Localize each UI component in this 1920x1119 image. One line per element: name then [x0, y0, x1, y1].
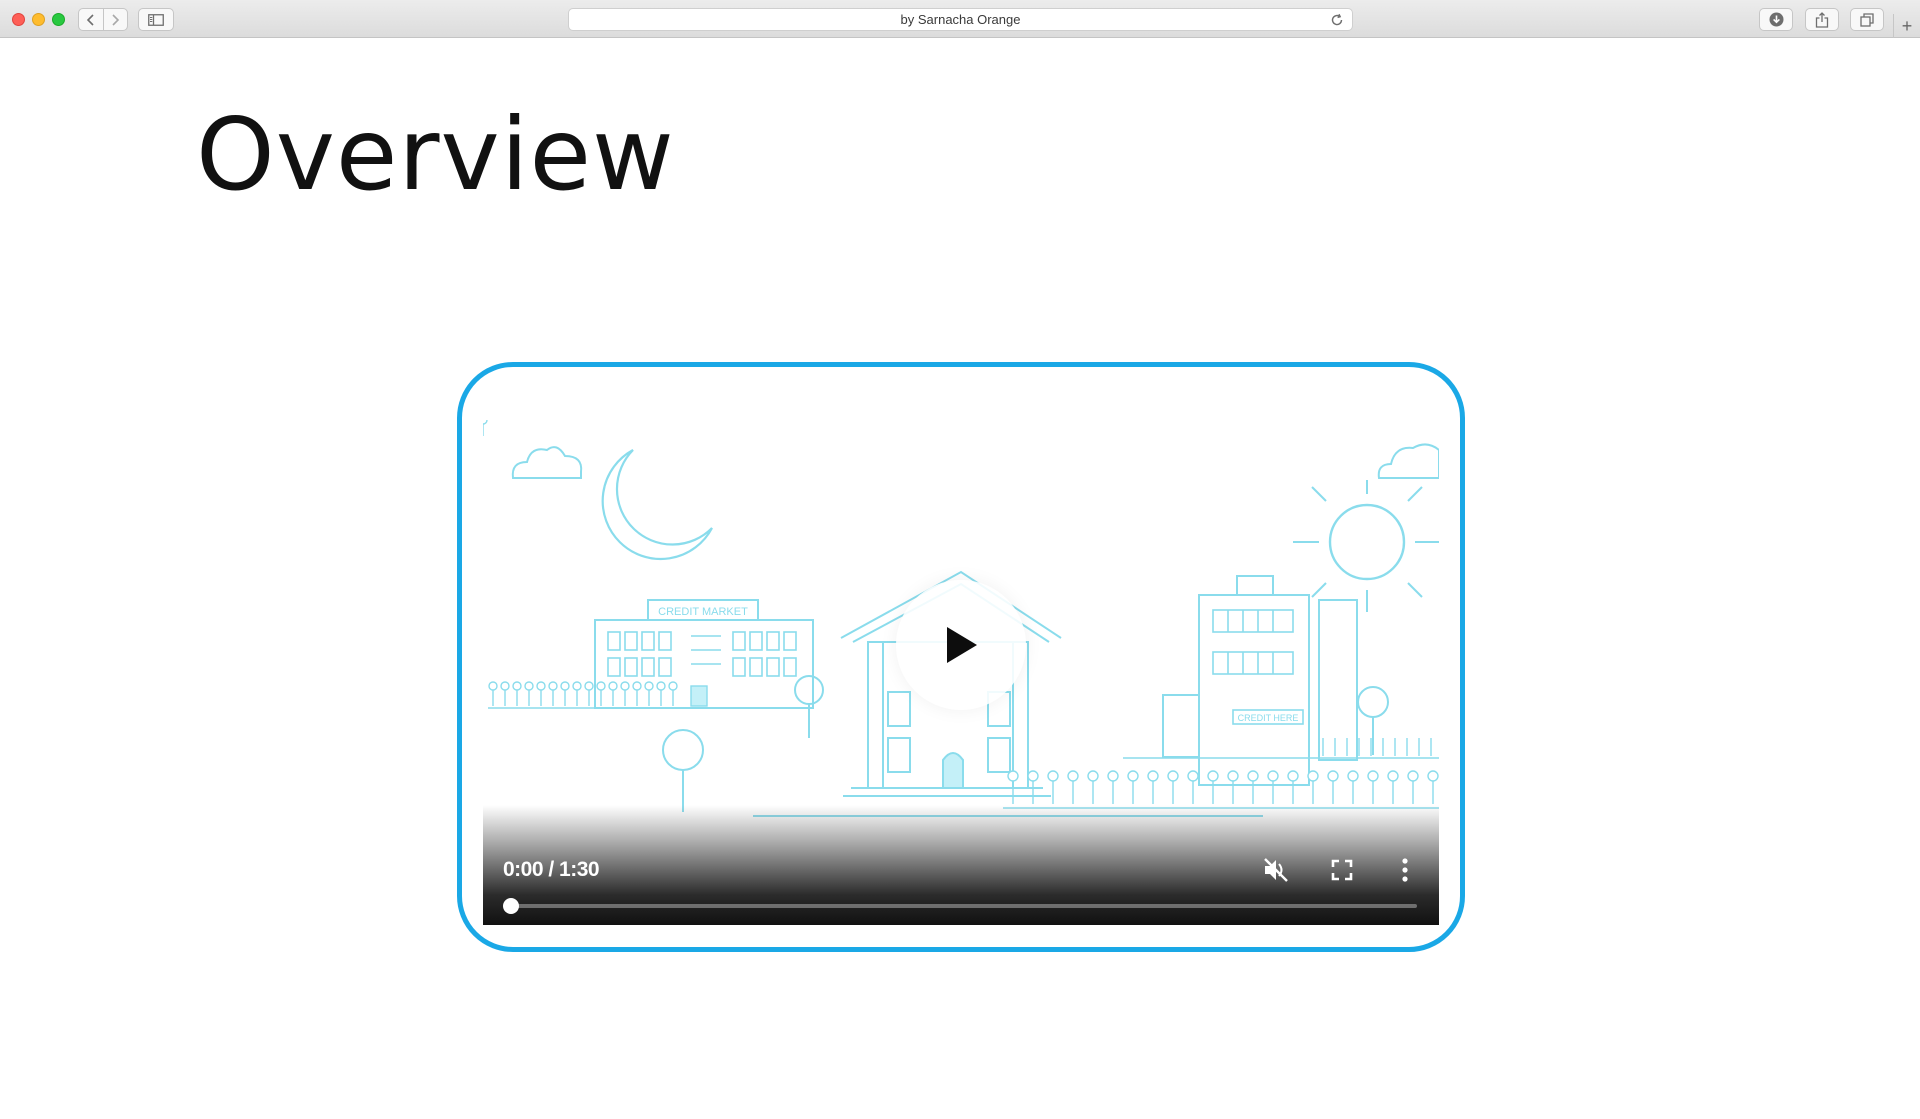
tabs-icon — [1860, 12, 1874, 27]
close-window-button[interactable] — [12, 13, 25, 26]
muted-speaker-icon — [1264, 858, 1288, 882]
download-icon — [1769, 12, 1783, 27]
plus-icon: + — [1901, 15, 1913, 36]
share-icon — [1815, 11, 1829, 28]
sidebar-toggle-button[interactable] — [138, 8, 174, 31]
reload-icon[interactable] — [1330, 13, 1344, 27]
address-text: by Sarnacha Orange — [900, 12, 1021, 27]
back-button[interactable] — [79, 9, 103, 30]
seek-bar[interactable] — [503, 898, 1417, 914]
forward-button[interactable] — [102, 9, 128, 30]
new-tab-button[interactable]: + — [1893, 14, 1920, 38]
downloads-button[interactable] — [1759, 8, 1793, 31]
sidebar-icon — [148, 13, 164, 26]
fullscreen-icon — [1331, 859, 1353, 881]
seek-thumb[interactable] — [503, 898, 519, 914]
credit-market-sign: CREDIT MARKET — [658, 606, 748, 618]
play-button[interactable] — [896, 580, 1026, 710]
tab-overview-button[interactable] — [1850, 8, 1884, 31]
more-options-button[interactable] — [1391, 856, 1419, 884]
share-button[interactable] — [1805, 8, 1839, 31]
play-icon — [947, 627, 977, 663]
video-player[interactable]: CREDIT MARKET CREDIT HERE 0:00 / 1:30 — [483, 420, 1439, 925]
fullscreen-button[interactable] — [1328, 856, 1356, 884]
chevron-left-icon — [86, 13, 94, 26]
address-bar[interactable]: by Sarnacha Orange — [568, 8, 1353, 31]
zoom-window-button[interactable] — [52, 13, 65, 26]
credit-here-sign: CREDIT HERE — [1238, 713, 1299, 723]
browser-toolbar: by Sarnacha Orange + — [0, 0, 1920, 38]
time-display: 0:00 / 1:30 — [503, 858, 600, 881]
mute-button[interactable] — [1262, 856, 1290, 884]
more-vertical-icon — [1402, 858, 1408, 882]
page-title: Overview — [196, 96, 675, 213]
minimize-window-button[interactable] — [32, 13, 45, 26]
chevron-right-icon — [112, 13, 120, 26]
history-navigation — [78, 8, 128, 31]
